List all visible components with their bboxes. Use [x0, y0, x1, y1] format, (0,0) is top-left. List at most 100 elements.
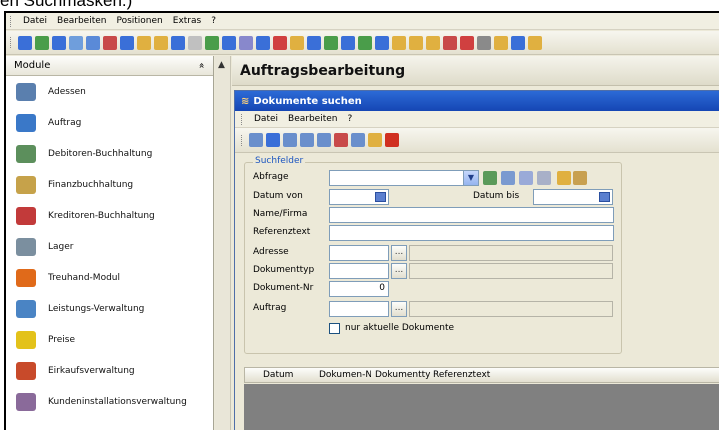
toolbar-button-icon[interactable]: [409, 35, 423, 50]
toolbar-button-icon[interactable]: [266, 133, 280, 147]
sidebar-item-label: Adessen: [48, 86, 86, 97]
datum-von-input[interactable]: [329, 189, 389, 205]
sidebar-splitter[interactable]: ▲: [215, 56, 231, 430]
module-icon: [16, 237, 36, 256]
results-table-body[interactable]: [244, 384, 719, 430]
aktuelle-dokumente-checkbox[interactable]: [329, 323, 340, 334]
toolbar-button-icon[interactable]: [222, 35, 236, 50]
brush-icon[interactable]: [573, 171, 587, 185]
column-datum[interactable]: Datum: [245, 370, 305, 380]
sidebar-item[interactable]: Eirkaufsverwaltung: [6, 355, 213, 386]
toolbar-button-icon[interactable]: [69, 35, 83, 50]
toolbar-button-icon[interactable]: [35, 35, 49, 50]
collapse-icon[interactable]: »: [196, 62, 207, 68]
abfrage-label: Abfrage: [253, 172, 289, 182]
dialog-menu-datei[interactable]: Datei: [249, 114, 283, 124]
toolbar-button-icon[interactable]: [351, 133, 365, 147]
toolbar-button-icon[interactable]: [239, 35, 253, 50]
query-copy-icon[interactable]: [501, 171, 515, 185]
toolbar-button-icon[interactable]: [249, 133, 263, 147]
chevron-up-icon[interactable]: ▲: [218, 60, 225, 70]
toolbar-button-icon[interactable]: [205, 35, 219, 50]
sidebar-item[interactable]: Lager: [6, 231, 213, 262]
sidebar-item[interactable]: Treuhand-Modul: [6, 262, 213, 293]
toolbar-button-icon[interactable]: [460, 35, 474, 50]
dokumenttyp-browse-button[interactable]: ...: [391, 263, 407, 279]
calendar-icon[interactable]: [375, 192, 386, 202]
toolbar-button-icon[interactable]: [528, 35, 542, 50]
toolbar-button-icon[interactable]: [120, 35, 134, 50]
calendar-icon[interactable]: [599, 192, 610, 202]
dialog-toolbar: [235, 128, 719, 153]
toolbar-button-icon[interactable]: [290, 35, 304, 50]
toolbar-button-icon[interactable]: [334, 133, 348, 147]
query-edit-icon[interactable]: [519, 171, 533, 185]
auftrag-input[interactable]: [329, 301, 389, 317]
module-icon: [16, 82, 36, 101]
toolbar-button-icon[interactable]: [300, 133, 314, 147]
toolbar-button-icon[interactable]: [18, 35, 32, 50]
toolbar-button-icon[interactable]: [103, 35, 117, 50]
dialog-menu-help[interactable]: ?: [342, 114, 357, 124]
toolbar-button-icon[interactable]: [52, 35, 66, 50]
query-delete-icon[interactable]: [537, 171, 551, 185]
sidebar-item[interactable]: Finanzbuchhaltung: [6, 169, 213, 200]
toolbar-button-icon[interactable]: [273, 35, 287, 50]
toolbar-button-icon[interactable]: [358, 35, 372, 50]
query-add-icon[interactable]: [483, 171, 497, 185]
sidebar-item[interactable]: Leistungs-Verwaltung: [6, 293, 213, 324]
dokument-nr-input[interactable]: 0: [329, 281, 389, 297]
toolbar-button-icon[interactable]: [385, 133, 399, 147]
menu-extras[interactable]: Extras: [168, 16, 206, 26]
column-dokument-nr[interactable]: Dokumen-N: [305, 370, 371, 380]
adresse-input[interactable]: [329, 245, 389, 261]
sidebar-item[interactable]: Preise: [6, 324, 213, 355]
chevron-down-icon[interactable]: ▼: [463, 171, 478, 185]
toolbar-button-icon[interactable]: [154, 35, 168, 50]
sidebar-item[interactable]: Kreditoren-Buchhaltung: [6, 200, 213, 231]
dialog-menu-bearbeiten[interactable]: Bearbeiten: [283, 114, 342, 124]
column-dokumenttyp[interactable]: Dokumenttyp: [371, 370, 431, 380]
toolbar-button-icon[interactable]: [477, 35, 491, 50]
menu-help[interactable]: ?: [206, 16, 221, 26]
sidebar-item[interactable]: Auftrag: [6, 107, 213, 138]
toolbar-button-icon[interactable]: [341, 35, 355, 50]
toolbar-button-icon[interactable]: [368, 133, 382, 147]
toolbar-button-icon[interactable]: [511, 35, 525, 50]
name-firma-input[interactable]: [329, 207, 614, 223]
column-referenztext[interactable]: Referenztext: [431, 370, 531, 380]
toolbar-button-icon[interactable]: [307, 35, 321, 50]
sidebar-item[interactable]: Adessen: [6, 76, 213, 107]
module-icon: [16, 299, 36, 318]
abfrage-select[interactable]: ▼: [329, 170, 479, 186]
dialog-title: Dokumente suchen: [253, 95, 362, 107]
menu-datei[interactable]: Datei: [18, 16, 52, 26]
menu-bearbeiten[interactable]: Bearbeiten: [52, 16, 111, 26]
adresse-browse-button[interactable]: ...: [391, 245, 407, 261]
toolbar-button-icon[interactable]: [256, 35, 270, 50]
toolbar-button-icon[interactable]: [324, 35, 338, 50]
sidebar-item[interactable]: Debitoren-Buchhaltung: [6, 138, 213, 169]
toolbar-button-icon[interactable]: [392, 35, 406, 50]
toolbar-button-icon[interactable]: [283, 133, 297, 147]
toolbar-button-icon[interactable]: [317, 133, 331, 147]
toolbar-button-icon[interactable]: [443, 35, 457, 50]
toolbar-button-icon[interactable]: [494, 35, 508, 50]
toolbar-button-icon[interactable]: [426, 35, 440, 50]
folder-open-icon[interactable]: [557, 171, 571, 185]
datum-bis-input[interactable]: [533, 189, 613, 205]
module-icon: [16, 175, 36, 194]
main-toolbar: [6, 31, 719, 55]
auftrag-browse-button[interactable]: ...: [391, 301, 407, 317]
sidebar-item[interactable]: Kundeninstallationsverwaltung: [6, 386, 213, 417]
dokumenttyp-input[interactable]: [329, 263, 389, 279]
sidebar-item-label: Finanzbuchhaltung: [48, 179, 134, 190]
referenztext-input[interactable]: [329, 225, 614, 241]
dialog-titlebar[interactable]: ≋ Dokumente suchen: [235, 91, 719, 111]
toolbar-button-icon[interactable]: [375, 35, 389, 50]
menu-positionen[interactable]: Positionen: [111, 16, 167, 26]
toolbar-button-icon[interactable]: [137, 35, 151, 50]
toolbar-button-icon[interactable]: [171, 35, 185, 50]
toolbar-button-icon[interactable]: [86, 35, 100, 50]
toolbar-button-icon[interactable]: [188, 35, 202, 50]
